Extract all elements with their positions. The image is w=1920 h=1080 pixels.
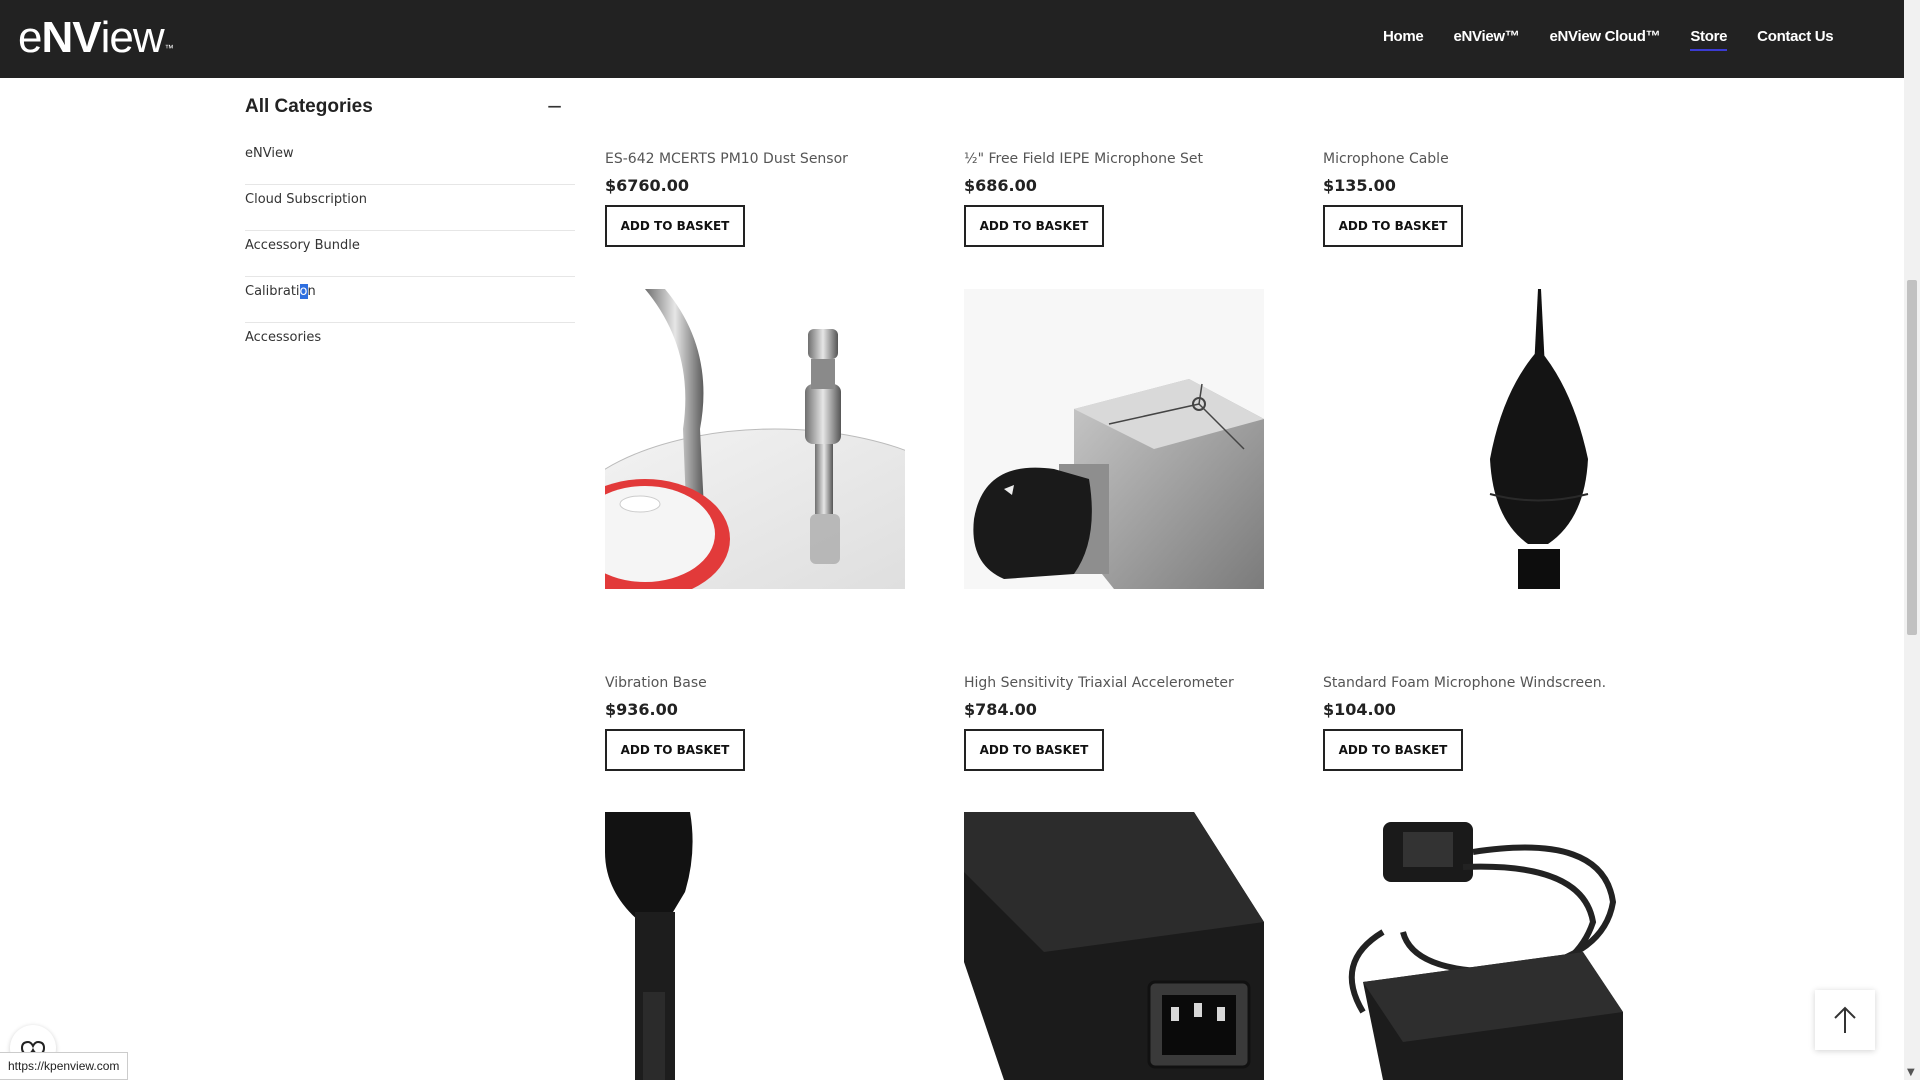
logo-suffix: iew — [100, 13, 165, 62]
add-to-basket-button[interactable]: ADD TO BASKET — [605, 205, 745, 247]
back-to-top-button[interactable] — [1815, 990, 1875, 1050]
scrollbar-thumb[interactable] — [1907, 280, 1917, 635]
status-bar-url: https://kpenview.com — [0, 1052, 129, 1080]
nav-store[interactable]: Store — [1690, 28, 1727, 51]
top-navigation-bar: eNView™ Home eNView™ eNView Cloud™ Store… — [0, 0, 1904, 78]
page-scrollbar[interactable]: ▼ — [1904, 0, 1920, 1080]
add-to-basket-button[interactable]: ADD TO BASKET — [964, 205, 1104, 247]
category-accessories[interactable]: Accessories — [245, 324, 575, 368]
scroll-down-arrow-icon[interactable]: ▼ — [1907, 1067, 1915, 1078]
add-to-basket-button[interactable]: ADD TO BASKET — [1323, 729, 1463, 771]
category-cloud-subscription[interactable]: Cloud Subscription — [245, 186, 575, 231]
product-image-triaxial-accelerometer[interactable] — [964, 289, 1264, 589]
product-price: $784.00 — [964, 700, 1037, 719]
nav-home[interactable]: Home — [1383, 28, 1424, 45]
product-name[interactable]: Standard Foam Microphone Windscreen. — [1323, 675, 1623, 691]
product-card-vibration-base: Vibration Base $936.00 ADD TO BASKET — [605, 675, 905, 771]
product-name[interactable]: Vibration Base — [605, 675, 905, 691]
nav-enview[interactable]: eNView™ — [1453, 28, 1519, 45]
product-card-dust-sensor: ES-642 MCERTS PM10 Dust Sensor $6760.00 … — [605, 151, 905, 247]
product-price: $104.00 — [1323, 700, 1396, 719]
product-name[interactable]: High Sensitivity Triaxial Accelerometer — [964, 675, 1264, 691]
enview-logo[interactable]: eNView™ — [18, 10, 174, 66]
nav-contact-us[interactable]: Contact Us — [1757, 28, 1833, 45]
product-price: $6760.00 — [605, 176, 690, 195]
logo-trademark: ™ — [164, 43, 174, 53]
product-image-power-supply-cable[interactable] — [1323, 812, 1623, 1080]
add-to-basket-button[interactable]: ADD TO BASKET — [605, 729, 745, 771]
category-sidebar: All Categories − eNView Cloud Subscripti… — [245, 94, 575, 369]
product-name[interactable]: ES-642 MCERTS PM10 Dust Sensor — [605, 151, 905, 167]
product-card-triaxial-accelerometer: High Sensitivity Triaxial Accelerometer … — [964, 675, 1264, 771]
category-calibration-label: Calibration — [245, 284, 316, 299]
logo-prefix: e — [18, 13, 43, 62]
product-image-vibration-base[interactable] — [605, 289, 905, 589]
product-name[interactable]: Microphone Cable — [1323, 151, 1623, 167]
category-calibration[interactable]: Calibration — [245, 278, 575, 323]
product-price: $135.00 — [1323, 176, 1396, 195]
logo-bold: NV — [41, 13, 101, 62]
main-nav: Home eNView™ eNView Cloud™ Store Contact… — [1383, 28, 1863, 51]
product-image-power-adapter[interactable] — [964, 812, 1264, 1080]
collapse-minus-icon[interactable]: − — [546, 94, 563, 118]
product-price: $936.00 — [605, 700, 678, 719]
category-enview[interactable]: eNView — [245, 140, 575, 185]
product-name[interactable]: ½" Free Field IEPE Microphone Set — [964, 151, 1264, 167]
arrow-up-icon — [1834, 1006, 1856, 1033]
product-card-microphone-set: ½" Free Field IEPE Microphone Set $686.0… — [964, 151, 1264, 247]
product-image-microphone-stick[interactable] — [605, 812, 905, 1080]
add-to-basket-button[interactable]: ADD TO BASKET — [964, 729, 1104, 771]
add-to-basket-button[interactable]: ADD TO BASKET — [1323, 205, 1463, 247]
text-selection-highlight: o — [299, 284, 308, 299]
all-categories-title: All Categories — [245, 96, 373, 117]
product-image-foam-windscreen[interactable] — [1323, 289, 1623, 589]
product-card-foam-windscreen: Standard Foam Microphone Windscreen. $10… — [1323, 675, 1623, 771]
product-card-microphone-cable: Microphone Cable $135.00 ADD TO BASKET — [1323, 151, 1623, 247]
product-price: $686.00 — [964, 176, 1037, 195]
category-accessory-bundle[interactable]: Accessory Bundle — [245, 232, 575, 277]
nav-enview-cloud[interactable]: eNView Cloud™ — [1549, 28, 1660, 45]
